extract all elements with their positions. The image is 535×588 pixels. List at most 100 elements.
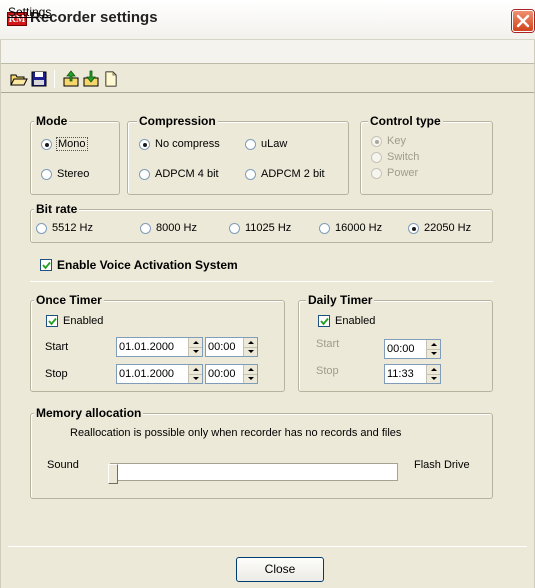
once-timer-stop-label: Stop xyxy=(45,368,68,380)
toolbar xyxy=(0,65,535,93)
compression-adpcm4-label: ADPCM 4 bit xyxy=(155,168,219,180)
bit-rate-8000-label: 8000 Hz xyxy=(156,222,197,234)
radio-indicator xyxy=(408,222,419,234)
bit-rate-22050-radio[interactable]: 22050 Hz xyxy=(408,221,471,235)
section-divider xyxy=(30,281,493,282)
once-timer-stop-date[interactable]: 01.01.2000 xyxy=(116,364,203,384)
compression-ulaw-label: uLaw xyxy=(261,138,288,150)
radio-indicator xyxy=(139,168,150,180)
bit-rate-11025-label: 11025 Hz xyxy=(245,222,292,234)
mode-stereo-radio[interactable]: Stereo xyxy=(41,167,89,181)
spin-buttons[interactable] xyxy=(243,338,257,356)
control-type-key-label: Key xyxy=(387,135,406,147)
checkbox-indicator xyxy=(40,259,52,271)
memory-slider-track[interactable] xyxy=(110,463,398,481)
toolbar-separator xyxy=(54,70,55,88)
daily-timer-enabled-checkbox[interactable]: Enabled xyxy=(318,314,375,328)
radio-indicator xyxy=(36,222,47,234)
memory-slider-thumb[interactable] xyxy=(108,464,118,484)
mode-group xyxy=(30,121,120,195)
memory-allocation-note: Reallocation is possible only when recor… xyxy=(70,427,402,439)
daily-timer-start-time-value: 00:00 xyxy=(387,343,415,355)
once-timer-group-label: Once Timer xyxy=(34,293,104,307)
upload-icon[interactable] xyxy=(62,70,80,88)
open-folder-icon[interactable] xyxy=(10,70,28,88)
daily-timer-stop-time-value: 11:33 xyxy=(387,368,414,380)
radio-indicator xyxy=(371,167,382,179)
once-timer-stop-date-value: 01.01.2000 xyxy=(119,368,175,380)
menu-bar xyxy=(0,40,535,64)
mode-group-label: Mode xyxy=(34,114,70,128)
spin-buttons[interactable] xyxy=(243,365,257,383)
control-type-key-radio[interactable]: Key xyxy=(371,134,406,148)
spin-buttons[interactable] xyxy=(426,365,440,383)
bit-rate-16000-label: 16000 Hz xyxy=(335,222,383,234)
new-file-icon[interactable] xyxy=(102,70,120,88)
download-icon[interactable] xyxy=(82,70,100,88)
radio-indicator xyxy=(245,138,256,150)
once-timer-start-time-value: 00:00 xyxy=(208,341,236,353)
bottom-divider xyxy=(8,546,527,547)
vas-checkbox-label: Enable Voice Activation System xyxy=(57,258,238,272)
radio-indicator xyxy=(140,222,151,234)
radio-indicator xyxy=(229,222,240,234)
radio-indicator xyxy=(41,168,52,180)
daily-timer-stop-time[interactable]: 11:33 xyxy=(384,364,441,384)
compression-adpcm2-radio[interactable]: ADPCM 2 bit xyxy=(245,167,325,181)
mode-mono-label: Mono xyxy=(56,137,88,151)
bit-rate-16000-radio[interactable]: 16000 Hz xyxy=(319,221,382,235)
radio-indicator xyxy=(319,222,330,234)
daily-timer-group-label: Daily Timer xyxy=(306,293,375,307)
once-timer-enabled-checkbox[interactable]: Enabled xyxy=(46,314,103,328)
compression-no-compress-label: No compress xyxy=(155,138,220,150)
once-timer-start-label: Start xyxy=(45,341,69,353)
menu-settings[interactable]: Settings xyxy=(8,5,51,19)
save-disk-icon[interactable] xyxy=(30,70,48,88)
compression-ulaw-radio[interactable]: uLaw xyxy=(245,137,287,151)
memory-allocation-group-label: Memory allocation xyxy=(34,406,144,420)
close-icon xyxy=(516,14,530,28)
memory-flash-drive-label: Flash Drive xyxy=(414,459,470,471)
control-type-power-radio[interactable]: Power xyxy=(371,166,418,180)
radio-indicator xyxy=(139,138,150,150)
daily-timer-start-label: Start xyxy=(316,338,340,350)
bit-rate-5512-radio[interactable]: 5512 Hz xyxy=(36,221,93,235)
checkbox-indicator xyxy=(46,315,58,327)
once-timer-stop-time-value: 00:00 xyxy=(208,368,236,380)
compression-group xyxy=(127,121,349,195)
compression-no-compress-radio[interactable]: No compress xyxy=(139,137,220,151)
once-timer-start-date[interactable]: 01.01.2000 xyxy=(116,337,203,357)
radio-indicator xyxy=(371,151,382,163)
control-type-switch-label: Switch xyxy=(387,151,420,163)
memory-sound-label: Sound xyxy=(47,459,79,471)
control-type-power-label: Power xyxy=(387,167,419,179)
spin-buttons[interactable] xyxy=(188,338,202,356)
bit-rate-5512-label: 5512 Hz xyxy=(52,222,93,234)
control-type-switch-radio[interactable]: Switch xyxy=(371,150,419,164)
bit-rate-22050-label: 22050 Hz xyxy=(424,222,472,234)
bit-rate-11025-radio[interactable]: 11025 Hz xyxy=(229,221,291,235)
control-type-group-label: Control type xyxy=(368,114,443,128)
bit-rate-8000-radio[interactable]: 8000 Hz xyxy=(140,221,197,235)
spin-buttons[interactable] xyxy=(426,340,440,358)
compression-adpcm2-label: ADPCM 2 bit xyxy=(261,168,325,180)
radio-indicator xyxy=(371,135,382,147)
once-timer-enabled-label: Enabled xyxy=(63,315,104,327)
daily-timer-start-time[interactable]: 00:00 xyxy=(384,339,441,359)
once-timer-stop-time[interactable]: 00:00 xyxy=(205,364,258,384)
close-button[interactable]: Close xyxy=(236,557,324,582)
mode-mono-radio[interactable]: Mono xyxy=(41,137,88,151)
radio-indicator xyxy=(41,138,52,150)
daily-timer-enabled-label: Enabled xyxy=(335,315,376,327)
vas-checkbox[interactable]: Enable Voice Activation System xyxy=(40,258,238,272)
window-close-button[interactable] xyxy=(512,10,534,32)
checkbox-indicator xyxy=(318,315,330,327)
daily-timer-stop-label: Stop xyxy=(316,365,339,377)
mode-stereo-label: Stereo xyxy=(57,168,90,180)
compression-group-label: Compression xyxy=(137,114,218,128)
once-timer-start-time[interactable]: 00:00 xyxy=(205,337,258,357)
spin-buttons[interactable] xyxy=(188,365,202,383)
once-timer-start-date-value: 01.01.2000 xyxy=(119,341,175,353)
compression-adpcm4-radio[interactable]: ADPCM 4 bit xyxy=(139,167,219,181)
radio-indicator xyxy=(245,168,256,180)
